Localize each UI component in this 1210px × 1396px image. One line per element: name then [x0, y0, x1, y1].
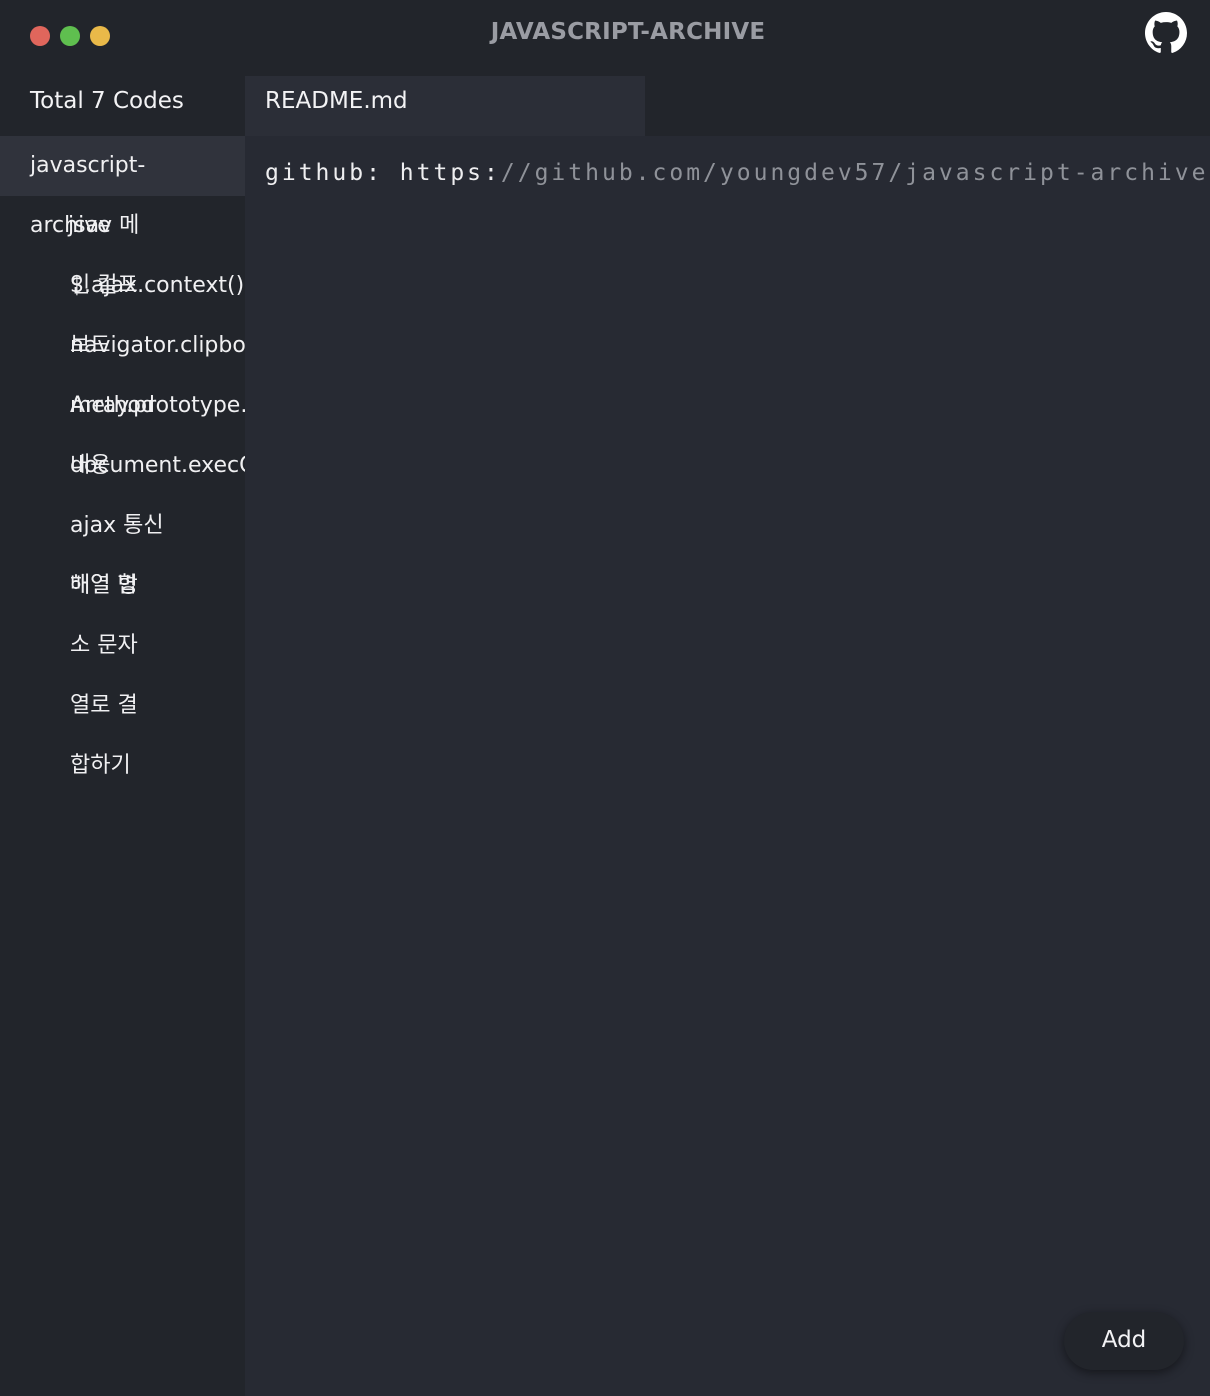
- title-bar: JAVASCRIPT-ARCHIVE: [0, 0, 1210, 76]
- sidebar-item-javascript-archive[interactable]: javascript-: [0, 136, 245, 196]
- code-line: github: https://github.com/youngdev57/ja…: [265, 160, 1208, 186]
- sidebar-item-overlap-label: 인 컬프: [70, 273, 138, 298]
- sidebar-item-overlap-label: jsav 메: [68, 213, 140, 238]
- code-key: github:: [265, 160, 383, 186]
- sidebar-item-overlap-label: method: [70, 393, 155, 418]
- sidebar-item-label: 합하기: [70, 753, 131, 778]
- sidebar-item-array-prototype[interactable]: Array.prototype. method: [0, 376, 245, 436]
- sidebar-item-navigator-clipboard[interactable]: navigator.clipboard 보드: [0, 316, 245, 376]
- sidebar-item-ajax-context[interactable]: $.ajax.context() 인 컬프: [0, 256, 245, 316]
- add-button[interactable]: Add: [1064, 1312, 1184, 1370]
- tab-strip: [645, 76, 1210, 136]
- app-title: JAVASCRIPT-ARCHIVE: [490, 19, 766, 45]
- sidebar-item-document-execcommand[interactable]: document.execC 내용: [0, 436, 245, 496]
- sidebar-item-join-columns[interactable]: 열로 결: [0, 676, 245, 736]
- sidebar: Total 7 Codes javascript- archive jsav 메…: [0, 76, 245, 1396]
- sidebar-item-label: ajax 통신: [70, 513, 164, 538]
- tab-label: README.md: [265, 88, 408, 114]
- sidebar-item-array-merge[interactable]: 배열 병 해열 합: [0, 556, 245, 616]
- sidebar-item-ajax-communication[interactable]: ajax 통신: [0, 496, 245, 556]
- sidebar-item-overlap-label: 보드: [70, 333, 111, 358]
- code-editor[interactable]: github: https://github.com/youngdev57/ja…: [245, 136, 1210, 1396]
- sidebar-item-lowercase[interactable]: 소 문자: [0, 616, 245, 676]
- sidebar-item-label: javascript-: [30, 153, 146, 178]
- sidebar-item-overlap-label: 내용: [70, 453, 111, 478]
- github-icon[interactable]: [1145, 12, 1187, 54]
- code-url-scheme: https:: [399, 160, 501, 186]
- sidebar-item-label: 열로 결: [70, 693, 138, 718]
- tab-readme[interactable]: README.md: [245, 76, 645, 136]
- code-url-path: //github.com/youngdev57/javascript-archi…: [500, 160, 1209, 186]
- sidebar-item-label: 소 문자: [70, 633, 138, 658]
- sidebar-item-combine[interactable]: 합하기: [0, 736, 245, 796]
- sidebar-item-archive[interactable]: archive jsav 메: [0, 196, 245, 256]
- sidebar-item-overlap-label: 해열 합: [70, 573, 138, 598]
- total-count-label: Total 7 Codes: [30, 88, 184, 114]
